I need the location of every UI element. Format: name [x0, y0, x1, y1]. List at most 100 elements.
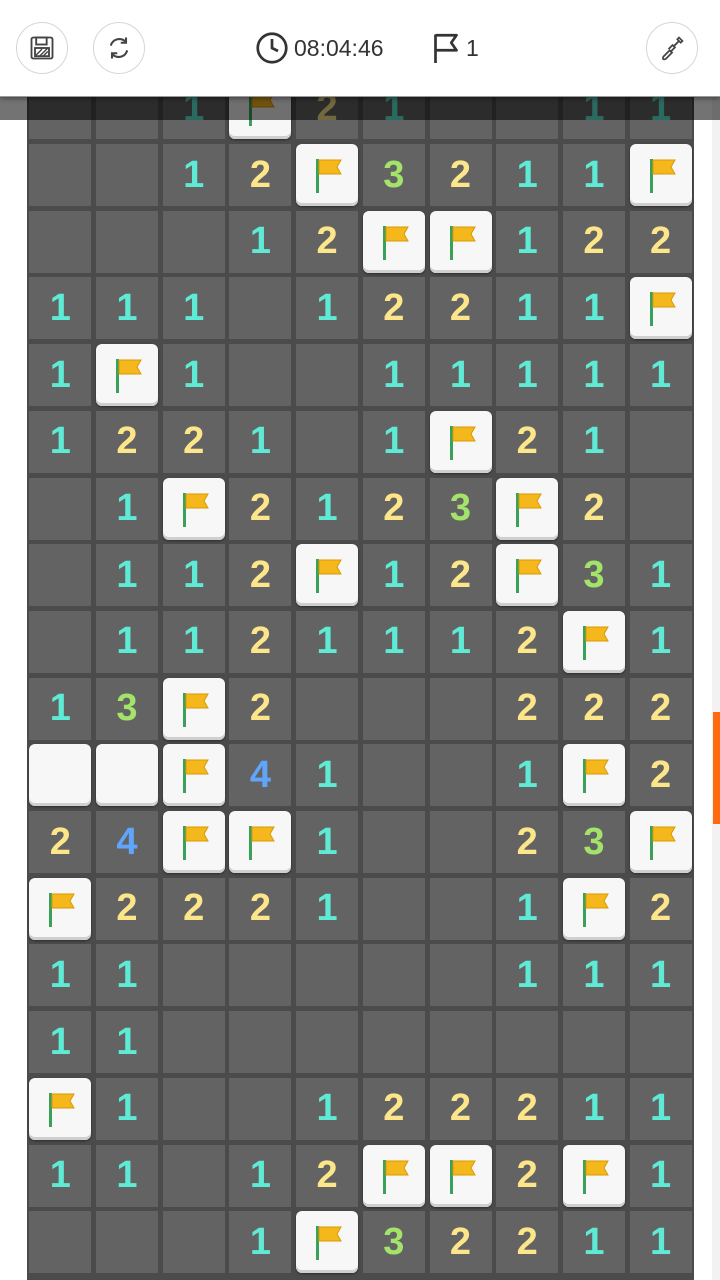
number-cell[interactable]: 2 [496, 1144, 559, 1207]
number-cell[interactable]: 2 [362, 1077, 425, 1140]
number-cell[interactable]: 1 [296, 1077, 359, 1140]
number-cell[interactable]: 1 [96, 277, 158, 340]
number-cell[interactable]: 2 [496, 410, 559, 473]
flagged-cell[interactable] [629, 277, 692, 340]
unopened-cell[interactable] [29, 744, 92, 807]
empty-cell[interactable] [229, 277, 292, 340]
flagged-cell[interactable] [296, 544, 359, 607]
empty-cell[interactable] [96, 144, 158, 206]
number-cell[interactable]: 2 [229, 144, 292, 206]
number-cell[interactable]: 2 [229, 477, 292, 540]
empty-cell[interactable] [362, 1011, 425, 1074]
save-button[interactable] [16, 22, 68, 74]
number-cell[interactable]: 1 [496, 877, 559, 940]
number-cell[interactable]: 3 [362, 1211, 425, 1274]
number-cell[interactable]: 1 [362, 410, 425, 473]
empty-cell[interactable] [229, 1077, 292, 1140]
empty-cell[interactable] [496, 1011, 559, 1074]
number-cell[interactable]: 3 [362, 144, 425, 206]
number-cell[interactable]: 1 [96, 1011, 158, 1074]
number-cell[interactable]: 2 [362, 477, 425, 540]
flagged-cell[interactable] [296, 144, 359, 206]
number-cell[interactable]: 1 [29, 277, 92, 340]
number-cell[interactable]: 1 [296, 744, 359, 807]
flagged-cell[interactable] [162, 744, 225, 807]
number-cell[interactable]: 2 [162, 877, 225, 940]
flagged-cell[interactable] [29, 877, 92, 940]
number-cell[interactable]: 1 [296, 477, 359, 540]
flagged-cell[interactable] [96, 344, 158, 407]
flagged-cell[interactable] [629, 144, 692, 206]
number-cell[interactable]: 1 [229, 410, 292, 473]
number-cell[interactable]: 1 [629, 344, 692, 407]
empty-cell[interactable] [296, 410, 359, 473]
empty-cell[interactable] [296, 677, 359, 740]
empty-cell[interactable] [29, 210, 92, 273]
number-cell[interactable]: 1 [29, 677, 92, 740]
empty-cell[interactable] [296, 1011, 359, 1074]
number-cell[interactable]: 1 [29, 410, 92, 473]
number-cell[interactable]: 1 [229, 210, 292, 273]
number-cell[interactable]: 1 [96, 944, 158, 1007]
flagged-cell[interactable] [429, 210, 492, 273]
number-cell[interactable]: 1 [162, 277, 225, 340]
flagged-cell[interactable] [629, 811, 692, 873]
number-cell[interactable]: 1 [96, 544, 158, 607]
empty-cell[interactable] [362, 944, 425, 1007]
empty-cell[interactable] [629, 1011, 692, 1074]
number-cell[interactable]: 1 [162, 610, 225, 673]
number-cell[interactable]: 2 [229, 877, 292, 940]
number-cell[interactable]: 2 [29, 811, 92, 873]
empty-cell[interactable] [429, 1011, 492, 1074]
number-cell[interactable]: 1 [29, 944, 92, 1007]
number-cell[interactable]: 1 [496, 144, 559, 206]
number-cell[interactable]: 2 [162, 410, 225, 473]
number-cell[interactable]: 2 [562, 677, 625, 740]
scrollbar-thumb[interactable] [713, 712, 720, 824]
flagged-cell[interactable] [562, 877, 625, 940]
number-cell[interactable]: 1 [629, 610, 692, 673]
number-cell[interactable]: 2 [296, 210, 359, 273]
number-cell[interactable]: 2 [429, 544, 492, 607]
number-cell[interactable]: 1 [562, 1077, 625, 1140]
number-cell[interactable]: 2 [96, 877, 158, 940]
empty-cell[interactable] [429, 811, 492, 873]
scrollbar-track[interactable] [712, 96, 720, 1280]
number-cell[interactable]: 2 [296, 1144, 359, 1207]
number-cell[interactable]: 2 [496, 811, 559, 873]
flagged-cell[interactable] [562, 1144, 625, 1207]
empty-cell[interactable] [29, 144, 92, 206]
number-cell[interactable]: 1 [629, 1211, 692, 1274]
number-cell[interactable]: 2 [629, 744, 692, 807]
flagged-cell[interactable] [562, 744, 625, 807]
number-cell[interactable]: 1 [629, 544, 692, 607]
number-cell[interactable]: 2 [429, 1077, 492, 1140]
flagged-cell[interactable] [29, 1077, 92, 1140]
flagged-cell[interactable] [496, 477, 559, 540]
empty-cell[interactable] [429, 944, 492, 1007]
number-cell[interactable]: 1 [162, 544, 225, 607]
number-cell[interactable]: 3 [96, 677, 158, 740]
number-cell[interactable]: 2 [629, 210, 692, 273]
flagged-cell[interactable] [229, 811, 292, 873]
empty-cell[interactable] [162, 1077, 225, 1140]
number-cell[interactable]: 2 [562, 477, 625, 540]
number-cell[interactable]: 1 [296, 277, 359, 340]
number-cell[interactable]: 1 [29, 1011, 92, 1074]
empty-cell[interactable] [162, 1144, 225, 1207]
number-cell[interactable]: 1 [162, 344, 225, 407]
number-cell[interactable]: 1 [296, 877, 359, 940]
empty-cell[interactable] [229, 1011, 292, 1074]
empty-cell[interactable] [29, 544, 92, 607]
number-cell[interactable]: 1 [496, 344, 559, 407]
number-cell[interactable]: 4 [229, 744, 292, 807]
board-viewport[interactable]: 1211112321112122111122111111111122112112… [27, 0, 694, 1280]
empty-cell[interactable] [29, 610, 92, 673]
empty-cell[interactable] [229, 344, 292, 407]
number-cell[interactable]: 1 [562, 1211, 625, 1274]
flagged-cell[interactable] [429, 1144, 492, 1207]
number-cell[interactable]: 1 [629, 1144, 692, 1207]
number-cell[interactable]: 2 [229, 610, 292, 673]
restart-button[interactable] [93, 22, 145, 74]
number-cell[interactable]: 2 [429, 277, 492, 340]
